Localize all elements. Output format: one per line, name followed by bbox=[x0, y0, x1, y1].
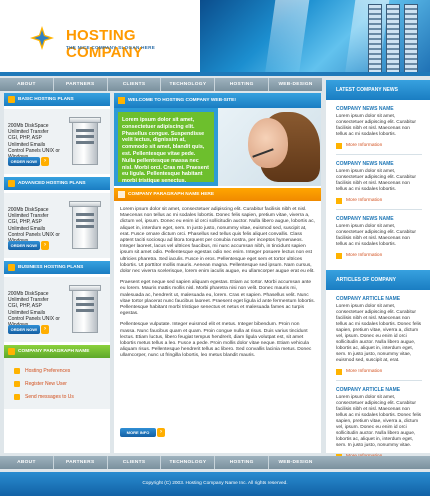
article-item: COMPANY ARTICLE NAME Lorem ipsum dolor s… bbox=[326, 381, 430, 461]
more-information-link[interactable]: More Information bbox=[336, 367, 422, 376]
news-item: COMPANY NEWS NAME Lorem ipsum dolor sit … bbox=[326, 155, 430, 205]
news-item: COMPANY NEWS NAME Lorem ipsum dolor sit … bbox=[326, 100, 430, 150]
header-strip bbox=[0, 72, 430, 76]
article-item: COMPANY ARTICLE NAME Lorem ipsum dolor s… bbox=[326, 290, 430, 376]
brand-name[interactable]: HOSTING COMPANY bbox=[66, 27, 210, 61]
welcome-band: Lorem ipsum dolor sit amet, consectetuer… bbox=[114, 108, 321, 186]
operator-photo bbox=[218, 108, 321, 186]
server-icon bbox=[66, 283, 104, 338]
bullet-icon bbox=[336, 142, 342, 149]
paragraph-heading: COMPANY PARAGRAPH NAME HERE bbox=[114, 188, 321, 201]
main-nav: ABOUT PARTNERS CLIENTS TECHNOLOGY HOSTIN… bbox=[0, 78, 322, 91]
news-body: Lorem ipsum dolor sit amet, consectetuer… bbox=[336, 114, 416, 137]
footer-nav-hosting[interactable]: HOSTING bbox=[215, 456, 270, 469]
header-banner-image bbox=[200, 0, 430, 76]
nav-partners[interactable]: PARTNERS bbox=[54, 78, 108, 91]
brand-slogan: THE NICE COMPANY SLOGAN HERE bbox=[66, 45, 156, 50]
more-information-link[interactable]: More Information bbox=[336, 251, 422, 260]
server-icon bbox=[66, 199, 104, 254]
more-information-link[interactable]: More Information bbox=[336, 196, 422, 205]
copyright: Copyright (C) 2003. Hosting Company Name… bbox=[0, 472, 430, 496]
article-title[interactable]: COMPANY ARTICLE NAME bbox=[336, 387, 422, 393]
news-body: Lorem ipsum dolor sit amet, consectetuer… bbox=[336, 169, 416, 192]
server-icon bbox=[66, 115, 104, 170]
header: HOSTING COMPANY THE NICE COMPANY SLOGAN … bbox=[0, 0, 430, 76]
business-plan-card: 200Mb DiskSpace Unlimited Transfer CGI, … bbox=[4, 277, 110, 342]
bullet-icon bbox=[14, 393, 20, 400]
order-now-button[interactable]: ORDER NOW! bbox=[8, 157, 49, 166]
logo-star-icon[interactable] bbox=[30, 26, 54, 50]
link-hosting-preferences[interactable]: Hosting Preferences bbox=[8, 364, 106, 377]
nav-about[interactable]: ABOUT bbox=[0, 78, 54, 91]
footer-nav-clients[interactable]: CLIENTS bbox=[108, 456, 162, 469]
order-now-button[interactable]: ORDER NOW! bbox=[8, 325, 49, 334]
order-now-button[interactable]: ORDER NOW! bbox=[8, 241, 49, 250]
company-paragraph-heading: COMPANY PARAGRAPH NAME bbox=[4, 345, 110, 358]
left-sidebar: BASIC HOSTING PLANS 200Mb DiskSpace Unli… bbox=[4, 93, 110, 453]
article-title[interactable]: COMPANY ARTICLE NAME bbox=[336, 296, 422, 302]
footer-nav-partners[interactable]: PARTNERS bbox=[54, 456, 108, 469]
quick-links: Hosting Preferences Register New User Se… bbox=[4, 358, 110, 409]
business-plans-heading: BUSINESS HOSTING PLANS bbox=[4, 261, 110, 274]
nav-clients[interactable]: CLIENTS bbox=[108, 78, 162, 91]
news-title[interactable]: COMPANY NEWS NAME bbox=[336, 161, 422, 167]
welcome-text: Lorem ipsum dolor sit amet, consectetuer… bbox=[118, 112, 214, 184]
nav-web-design[interactable]: WEB-DESIGN bbox=[269, 78, 322, 91]
link-send-messages[interactable]: Send messages to Us bbox=[8, 390, 106, 403]
footer-nav: ABOUT PARTNERS CLIENTS TECHNOLOGY HOSTIN… bbox=[0, 456, 430, 469]
news-body: Lorem ipsum dolor sit amet, consectetuer… bbox=[336, 224, 416, 247]
bullet-icon bbox=[14, 380, 20, 387]
news-item: COMPANY NEWS NAME Lorem ipsum dolor sit … bbox=[326, 210, 430, 260]
link-register-user[interactable]: Register New User bbox=[8, 377, 106, 390]
more-information-link[interactable]: More Information bbox=[336, 141, 422, 150]
news-title[interactable]: COMPANY NEWS NAME bbox=[336, 216, 422, 222]
paragraph-1: Lorem ipsum dolor sit amet, consectetuer… bbox=[120, 207, 315, 275]
basic-plan-card: 200Mb DiskSpace Unlimited Transfer CGI, … bbox=[4, 109, 110, 174]
paragraph-3: Pellentesque vulputate. Integer euismod … bbox=[120, 322, 312, 359]
advanced-plans-heading: ADVANCED HOSTING PLANS bbox=[4, 177, 110, 190]
advanced-plan-card: 200Mb DiskSpace Unlimited Transfer CGI, … bbox=[4, 193, 110, 258]
bullet-icon bbox=[336, 252, 342, 259]
news-title[interactable]: COMPANY NEWS NAME bbox=[336, 106, 422, 112]
right-sidebar: LATEST COMPANY NEWS COMPANY NEWS NAME Lo… bbox=[326, 80, 430, 460]
footer-nav-web-design[interactable]: WEB-DESIGN bbox=[269, 456, 322, 469]
footer-nav-about[interactable]: ABOUT bbox=[0, 456, 54, 469]
basic-plans-heading: BASIC HOSTING PLANS bbox=[4, 93, 110, 106]
article-body: Lorem ipsum dolor sit amet, consectetuer… bbox=[336, 304, 422, 363]
more-info-button[interactable]: MORE INFO bbox=[120, 428, 165, 437]
paragraph-2: Praesent eget neque sed sapien aliquam e… bbox=[120, 280, 315, 317]
plan-features: 200Mb DiskSpace Unlimited Transfer CGI, … bbox=[8, 291, 60, 328]
bullet-icon bbox=[336, 368, 342, 375]
nav-hosting[interactable]: HOSTING bbox=[215, 78, 270, 91]
latest-news-heading: LATEST COMPANY NEWS bbox=[326, 80, 430, 100]
logo-area: HOSTING COMPANY THE NICE COMPANY SLOGAN … bbox=[0, 0, 210, 76]
articles-heading: ARTICLES OF COMPANY bbox=[326, 270, 430, 290]
nav-technology[interactable]: TECHNOLOGY bbox=[161, 78, 216, 91]
bullet-icon bbox=[336, 197, 342, 204]
bullet-icon bbox=[14, 367, 20, 374]
plan-features: 200Mb DiskSpace Unlimited Transfer CGI, … bbox=[8, 207, 60, 244]
plan-features: 200Mb DiskSpace Unlimited Transfer CGI, … bbox=[8, 123, 60, 160]
article-body: Lorem ipsum dolor sit amet, consectetuer… bbox=[336, 395, 422, 448]
footer-nav-technology[interactable]: TECHNOLOGY bbox=[161, 456, 216, 469]
main-content: WELCOME TO HOSTING COMPANY WEB-SITE! Lor… bbox=[114, 93, 321, 453]
welcome-heading: WELCOME TO HOSTING COMPANY WEB-SITE! bbox=[114, 93, 321, 108]
